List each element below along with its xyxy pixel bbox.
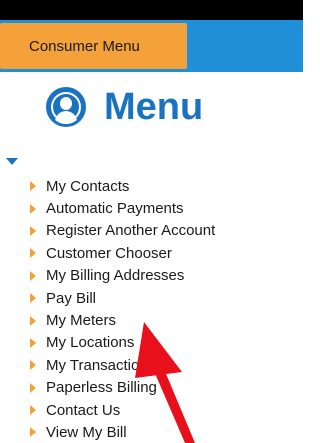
menu-heading: Menu <box>46 84 203 130</box>
menu-item-contact-us[interactable]: Contact Us <box>30 399 215 421</box>
menu-item-my-locations[interactable]: My Locations <box>30 332 215 354</box>
caret-right-icon <box>30 203 36 214</box>
caret-right-icon <box>30 315 36 326</box>
menu-item-label: My Transactions <box>46 356 156 374</box>
menu-item-customer-chooser[interactable]: Customer Chooser <box>30 242 215 264</box>
menu-item-paperless-billing[interactable]: Paperless Billing <box>30 377 215 399</box>
caret-right-icon <box>30 248 36 259</box>
consumer-menu-tab[interactable]: Consumer Menu <box>0 23 187 69</box>
menu-item-label: Customer Chooser <box>46 244 172 262</box>
caret-right-icon <box>30 382 36 393</box>
menu-item-label: My Meters <box>46 312 117 330</box>
page: Consumer Menu Menu My Contacts Automatic… <box>0 0 303 443</box>
menu-item-label: Paperless Billing <box>46 379 157 397</box>
menu-item-label: Pay Bill <box>46 289 97 307</box>
caret-down-icon[interactable] <box>6 158 18 165</box>
consumer-menu-label: Consumer Menu <box>29 37 140 55</box>
caret-right-icon <box>30 405 36 416</box>
menu-item-label: Register Another Account <box>46 222 216 240</box>
menu-item-my-meters[interactable]: My Meters <box>30 309 215 331</box>
top-black-bar <box>0 0 303 20</box>
menu-item-my-transactions[interactable]: My Transactions <box>30 354 215 376</box>
caret-right-icon <box>30 427 36 438</box>
menu-item-label: Automatic Payments <box>46 200 184 218</box>
caret-right-icon <box>30 225 36 236</box>
caret-right-icon <box>30 181 36 192</box>
menu-item-my-contacts[interactable]: My Contacts <box>30 175 215 197</box>
menu-title: Menu <box>104 86 204 128</box>
menu-item-view-my-bill[interactable]: View My Bill <box>30 421 215 443</box>
menu-item-label: My Locations <box>46 334 135 352</box>
menu-item-label: Contact Us <box>46 401 121 419</box>
menu-item-register-another-account[interactable]: Register Another Account <box>30 220 215 242</box>
caret-right-icon <box>30 270 36 281</box>
menu-list: My Contacts Automatic Payments Register … <box>30 175 215 443</box>
caret-right-icon <box>30 293 36 304</box>
menu-item-pay-bill[interactable]: Pay Bill <box>30 287 215 309</box>
menu-item-label: View My Bill <box>46 423 127 441</box>
user-circle-icon <box>46 87 86 127</box>
menu-item-label: My Billing Addresses <box>46 267 185 285</box>
caret-right-icon <box>30 360 36 371</box>
caret-right-icon <box>30 337 36 348</box>
menu-item-my-billing-addresses[interactable]: My Billing Addresses <box>30 265 215 287</box>
menu-item-automatic-payments[interactable]: Automatic Payments <box>30 197 215 219</box>
menu-item-label: My Contacts <box>46 177 130 195</box>
